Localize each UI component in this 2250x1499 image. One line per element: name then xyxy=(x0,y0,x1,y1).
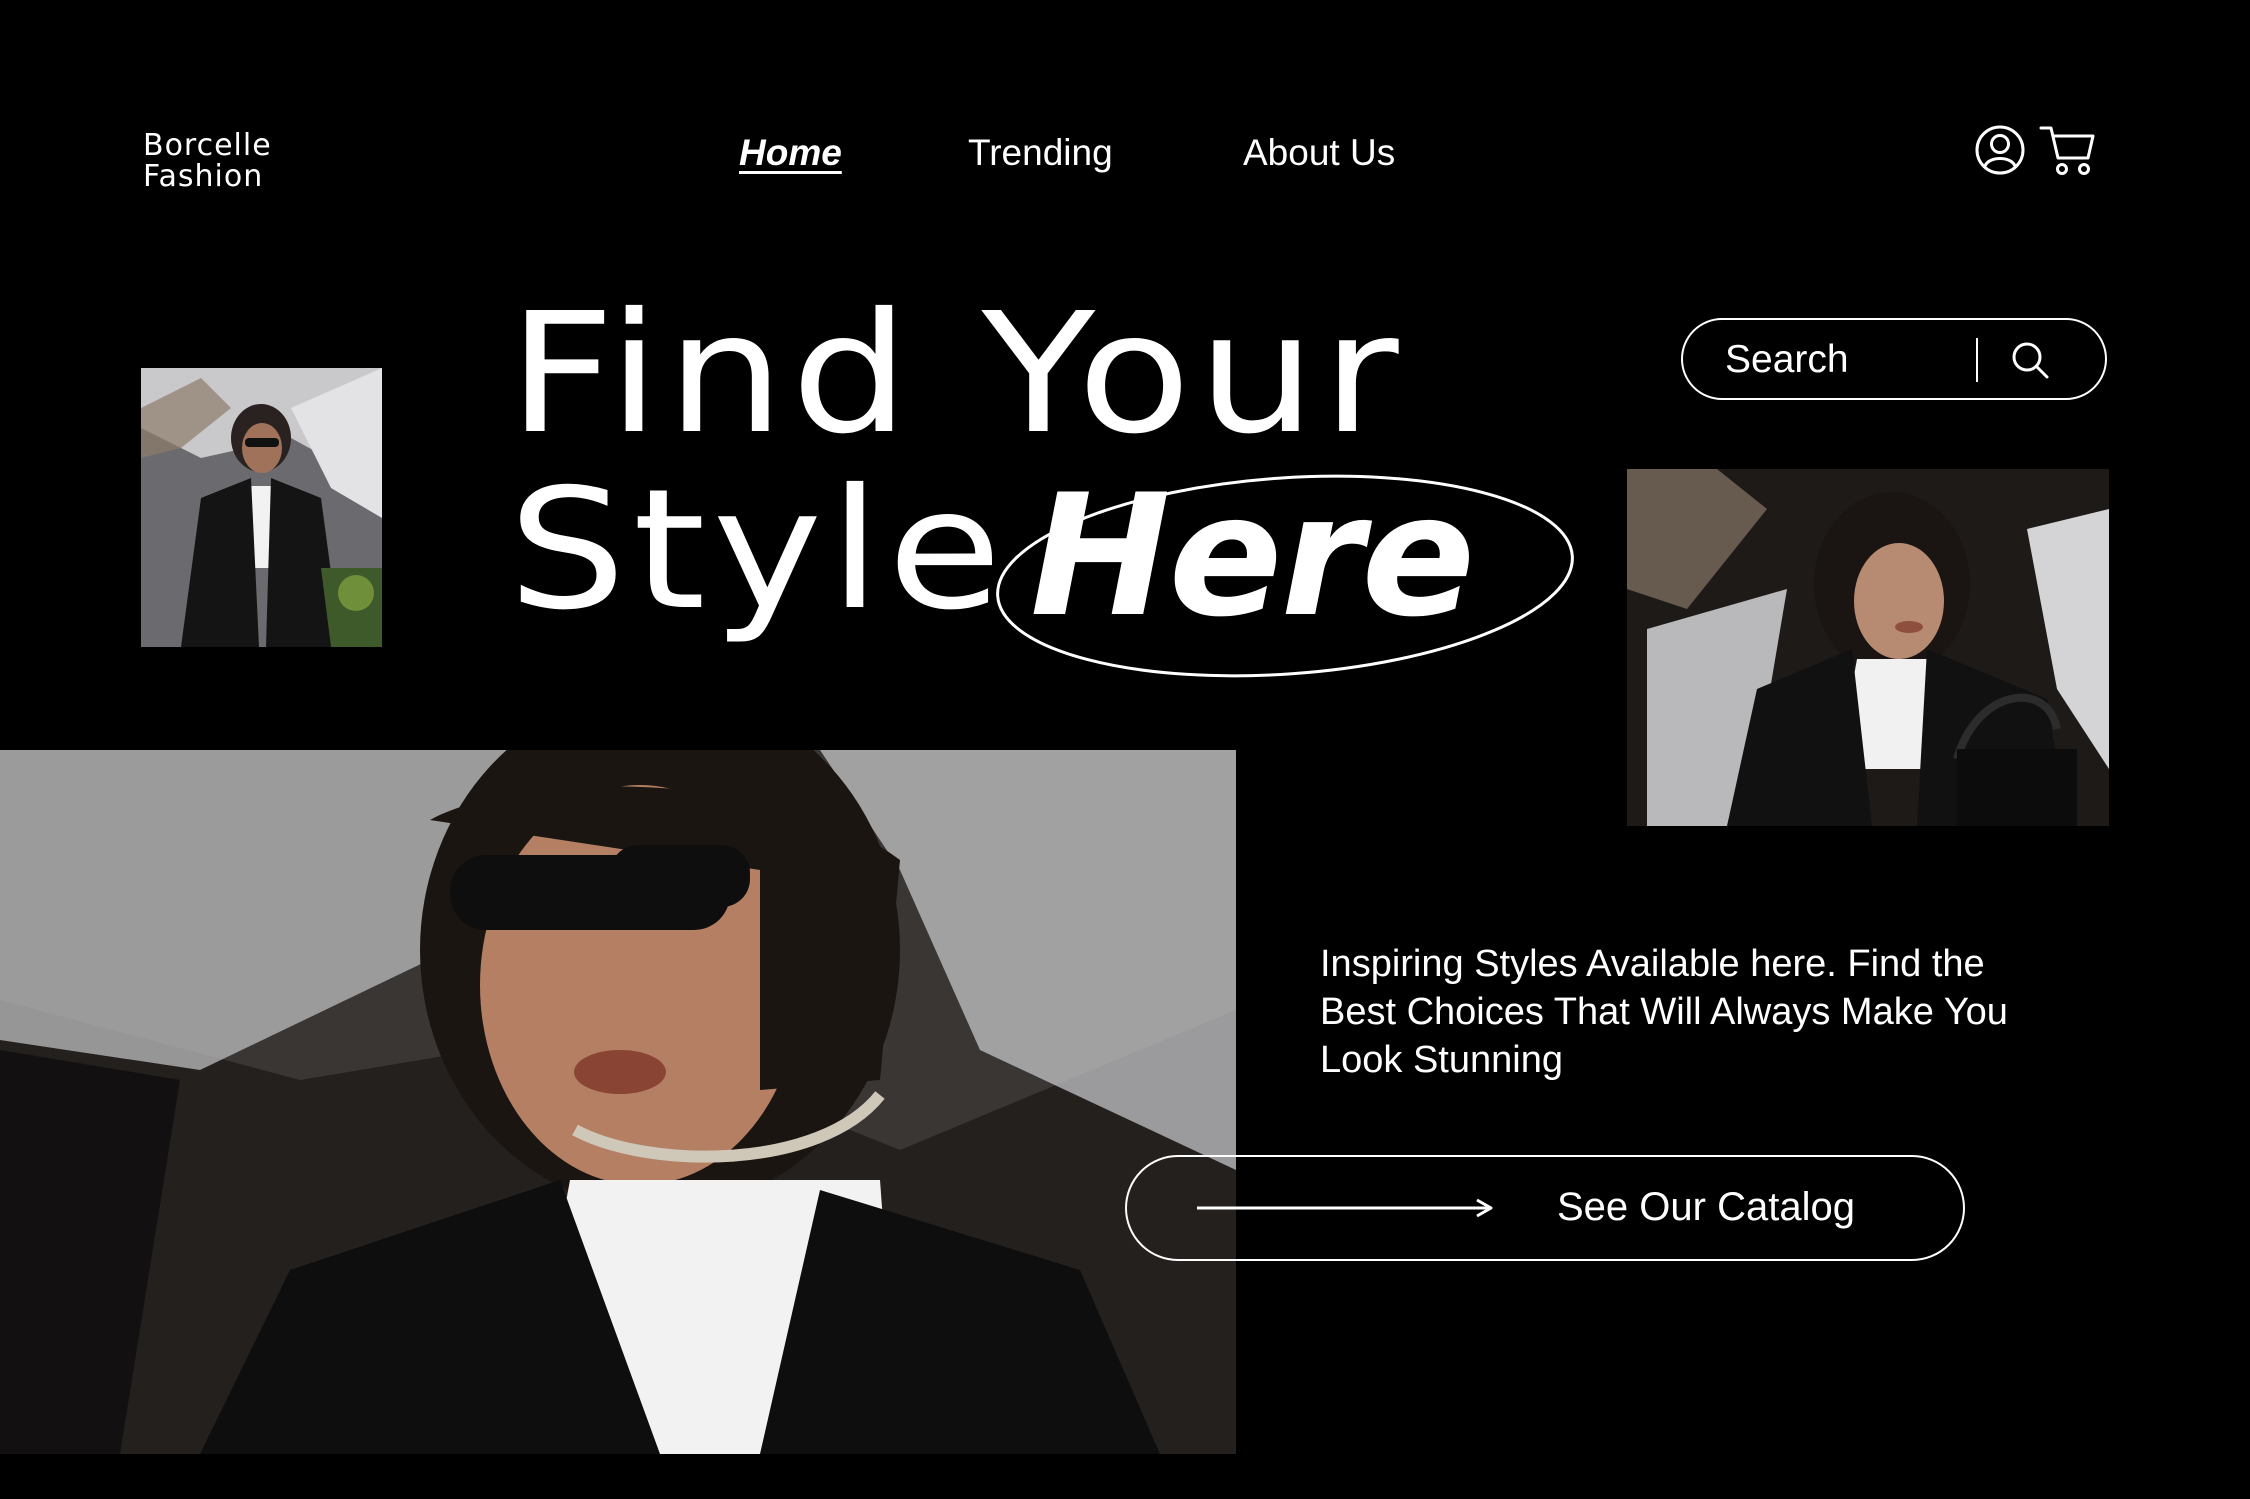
see-catalog-button[interactable]: See Our Catalog xyxy=(1125,1155,1965,1261)
model-photo-large xyxy=(0,750,1236,1454)
arrow-right-icon xyxy=(1197,1198,1493,1218)
see-catalog-label: See Our Catalog xyxy=(1557,1185,1855,1229)
model-photo-small xyxy=(141,368,382,647)
brand-line-2: Fashion xyxy=(143,159,264,194)
brand-logo[interactable]: Borcelle Fashion xyxy=(143,130,272,192)
brand-line-1: Borcelle xyxy=(143,128,272,163)
search-icon[interactable] xyxy=(2006,336,2056,386)
user-circle-icon[interactable] xyxy=(1974,124,2026,176)
nav-about-us[interactable]: About Us xyxy=(1243,132,1395,174)
search-divider xyxy=(1976,338,1978,382)
hero-title-line-2: Style xyxy=(508,454,1009,647)
hero-title-line-1: Find Your xyxy=(508,278,1406,471)
nav-trending[interactable]: Trending xyxy=(968,132,1113,174)
search-input[interactable] xyxy=(1723,334,1967,386)
nav-home[interactable]: Home xyxy=(739,132,842,174)
search-bar xyxy=(1681,318,2107,400)
hero-title-accent: Here xyxy=(1030,458,1475,654)
model-photo-right xyxy=(1627,469,2109,826)
hero-tagline: Inspiring Styles Available here. Find th… xyxy=(1320,943,2008,1081)
shopping-cart-icon[interactable] xyxy=(2038,122,2098,180)
